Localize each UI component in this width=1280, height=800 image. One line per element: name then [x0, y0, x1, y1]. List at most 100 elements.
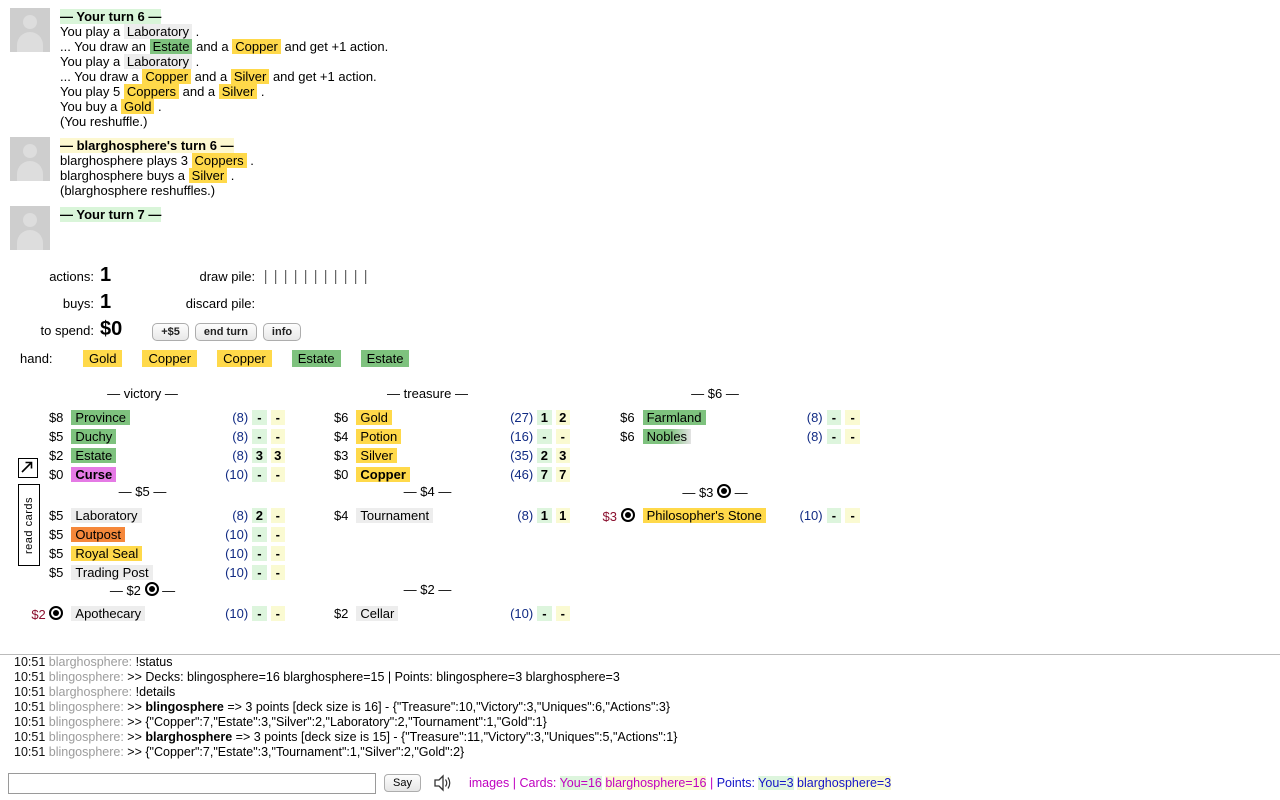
- supply-card-name[interactable]: Apothecary: [71, 606, 215, 621]
- card-chip[interactable]: Trading Post: [71, 565, 153, 580]
- say-button[interactable]: Say: [384, 774, 421, 792]
- card-chip[interactable]: Estate: [71, 448, 117, 463]
- card-chip[interactable]: Gold: [356, 410, 392, 425]
- supply-row[interactable]: $5 Royal Seal (10) - -: [0, 544, 285, 563]
- speaker-icon[interactable]: [433, 774, 455, 792]
- supply-row[interactable]: $4 Tournament (8) 1 1: [285, 506, 570, 525]
- hand-card[interactable]: Estate: [291, 350, 341, 367]
- supply-card-name[interactable]: Tournament: [356, 508, 500, 523]
- status-pane: actions: 1 draw pile: ||||||||||| buys: …: [0, 264, 420, 345]
- card-chip[interactable]: Cellar: [356, 606, 399, 621]
- supply-row[interactable]: $0 Curse (10) - -: [0, 465, 285, 484]
- cards-opponent-value: blarghosphere=16: [605, 776, 707, 790]
- card-chip[interactable]: Nobles: [642, 429, 692, 444]
- supply-row[interactable]: $4 Potion (16) - -: [285, 427, 570, 446]
- card-chip[interactable]: Duchy: [71, 429, 117, 444]
- card-chip[interactable]: Estate: [149, 39, 193, 54]
- card-chip[interactable]: Curse: [71, 467, 117, 482]
- hand-card[interactable]: Gold: [83, 350, 123, 367]
- supply-row[interactable]: $2 Apothecary (10) - -: [0, 604, 285, 623]
- log-entry: — blarghosphere's turn 6 — blarghosphere …: [0, 129, 1280, 198]
- supply-row[interactable]: $5 Laboratory (8) 2-: [0, 506, 285, 525]
- supply-row[interactable]: $3 Philosopher's Stone (10) - -: [570, 506, 860, 525]
- draw-pile-ticks: |||||||||||: [261, 269, 372, 286]
- plus-five-button[interactable]: +$5: [152, 323, 189, 341]
- supply-card-name[interactable]: Royal Seal: [71, 546, 215, 561]
- owned-count-opponent: -: [555, 606, 570, 621]
- chat-timestamp: 10:51: [14, 730, 49, 744]
- supply-card-name[interactable]: Philosopher's Stone: [642, 508, 790, 523]
- log-text: and a: [192, 39, 233, 54]
- owned-count-opponent: 7: [555, 467, 570, 482]
- supply-card-name[interactable]: Laboratory: [71, 508, 215, 523]
- chat-speaker: blarghosphere:: [48, 655, 133, 669]
- supply-row[interactable]: $8 Province (8) - -: [0, 408, 285, 427]
- card-chip[interactable]: Coppers: [123, 84, 179, 99]
- supply-row[interactable]: $5 Duchy (8) - -: [0, 427, 285, 446]
- supply-card-name[interactable]: Silver: [356, 448, 500, 463]
- card-chip[interactable]: Copper: [142, 69, 192, 84]
- supply-card-name[interactable]: Farmland: [642, 410, 790, 425]
- card-chip[interactable]: Silver: [230, 69, 270, 84]
- card-chip[interactable]: Copper: [232, 39, 281, 54]
- supply-row[interactable]: $0 Copper (46) 7 7: [285, 465, 570, 484]
- supply-row[interactable]: $6 Farmland (8) - -: [570, 408, 860, 427]
- supply-cost: $2: [48, 448, 64, 463]
- supply-card-name[interactable]: Province: [71, 410, 215, 425]
- card-chip[interactable]: Laboratory: [123, 24, 193, 39]
- supply-card-name[interactable]: Cellar: [356, 606, 500, 621]
- supply-card-name[interactable]: Duchy: [71, 429, 215, 444]
- hand-card[interactable]: Copper: [142, 350, 198, 367]
- log-entry: — Your turn 7 —: [0, 198, 1280, 250]
- supply-card-name[interactable]: Potion: [356, 429, 500, 444]
- supply-remaining-count: (8): [232, 448, 249, 463]
- card-chip[interactable]: Farmland: [642, 410, 706, 425]
- points-label: Points:: [716, 776, 755, 790]
- supply-row[interactable]: $6 Gold (27) 1 2: [285, 408, 570, 427]
- card-chip[interactable]: Apothecary: [71, 606, 146, 621]
- card-chip[interactable]: Silver: [356, 448, 397, 463]
- supply-row[interactable]: $6 Nobles (8) - -: [570, 427, 860, 446]
- supply-section-title: — $5 —: [118, 484, 167, 499]
- supply-card-name[interactable]: Estate: [71, 448, 215, 463]
- supply-card-name[interactable]: Trading Post: [71, 565, 215, 580]
- supply-card-name[interactable]: Curse: [71, 467, 215, 482]
- info-button[interactable]: info: [262, 323, 302, 341]
- potion-icon: [717, 484, 732, 498]
- hand-card[interactable]: Copper: [217, 350, 272, 367]
- supply-row[interactable]: $5 Trading Post (10) - -: [0, 563, 285, 582]
- game-log: — Your turn 6 — You play a Laboratory ...…: [0, 0, 1280, 250]
- owned-count-you: 1: [537, 508, 552, 523]
- card-chip[interactable]: Silver: [218, 84, 258, 99]
- hand-cards: Gold Copper Copper Estate Estate: [83, 350, 410, 367]
- supply-row[interactable]: $2 Cellar (10) - -: [285, 604, 570, 623]
- supply-grid: — victory — $8 Province (8) - - $5 Duchy (8) - - $2…: [0, 386, 1280, 680]
- card-chip[interactable]: Copper: [356, 467, 410, 482]
- supply-card-name[interactable]: Nobles: [642, 429, 790, 444]
- chat-timestamp: 10:51: [14, 670, 49, 684]
- card-chip[interactable]: Tournament: [356, 508, 434, 523]
- hand-card[interactable]: Estate: [360, 350, 410, 367]
- card-chip[interactable]: Potion: [356, 429, 402, 444]
- supply-card-name[interactable]: Outpost: [71, 527, 215, 542]
- card-chip[interactable]: Philosopher's Stone: [642, 508, 766, 523]
- supply-card-name[interactable]: Copper: [356, 467, 500, 482]
- card-chip[interactable]: Royal Seal: [71, 546, 143, 561]
- supply-row[interactable]: $3 Silver (35) 2 3: [285, 446, 570, 465]
- card-chip[interactable]: Gold: [120, 99, 155, 114]
- log-text-line: ... You draw an Estate and a Copper and …: [60, 39, 388, 54]
- chat-log[interactable]: 10:51 blarghosphere: !status 10:51 blingo…: [0, 654, 1280, 759]
- card-chip[interactable]: Coppers: [191, 153, 247, 168]
- images-link[interactable]: images: [469, 776, 509, 790]
- supply-remaining-count: (10): [225, 565, 249, 580]
- supply-card-name[interactable]: Gold: [356, 410, 500, 425]
- say-input[interactable]: [8, 772, 376, 794]
- supply-row[interactable]: $5 Outpost (10) - -: [0, 525, 285, 544]
- supply-row[interactable]: $2 Estate (8) 3 3: [0, 446, 285, 465]
- card-chip[interactable]: Laboratory: [71, 508, 142, 523]
- card-chip[interactable]: Laboratory: [123, 54, 193, 69]
- card-chip[interactable]: Province: [71, 410, 130, 425]
- card-chip[interactable]: Silver: [188, 168, 228, 183]
- end-turn-button[interactable]: end turn: [194, 323, 257, 341]
- card-chip[interactable]: Outpost: [71, 527, 125, 542]
